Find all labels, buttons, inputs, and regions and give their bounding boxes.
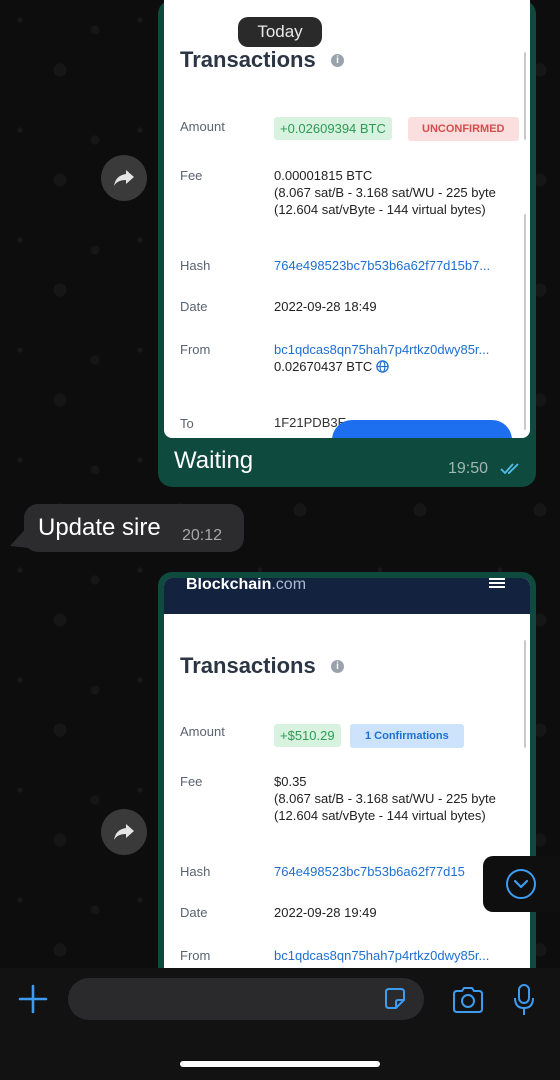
from-address-link[interactable]: bc1qdcas8qn75hah7p4rtkz0dwy85r... <box>274 341 489 358</box>
date-separator: Today <box>238 17 322 47</box>
forward-button[interactable] <box>101 809 147 855</box>
amount-value: +0.02609394 BTC <box>274 117 392 140</box>
double-check-icon <box>500 463 519 475</box>
brand-domain: .com <box>271 578 307 593</box>
hash-link[interactable]: 764e498523bc7b53b6a62f77d15b7... <box>274 257 490 274</box>
fee-vbytes: (12.604 sat/vByte - 144 virtual bytes) <box>274 202 486 217</box>
date-label: Date <box>180 905 208 920</box>
date-value: 2022-09-28 18:49 <box>274 299 377 314</box>
amount-label: Amount <box>180 119 225 134</box>
message-caption: Waiting <box>174 447 254 474</box>
from-amount-text: 0.02670437 BTC <box>274 359 373 374</box>
info-icon: i <box>331 660 344 673</box>
amount-value: +$510.29 <box>274 724 341 747</box>
site-header: Blockchain.com <box>164 578 530 614</box>
date-value: 2022-09-28 19:49 <box>274 905 377 920</box>
info-icon: i <box>331 54 344 67</box>
from-amount: 0.02670437 BTC <box>274 358 389 375</box>
message-time: 20:12 <box>182 527 223 544</box>
plus-icon[interactable] <box>18 984 48 1014</box>
sticker-icon[interactable] <box>382 986 408 1012</box>
fee-rate: (8.067 sat/B - 3.168 sat/WU - 225 byte <box>274 185 496 200</box>
fee-amount: $0.35 <box>274 774 307 789</box>
bubble-tail <box>10 524 30 548</box>
fee-value: $0.35 (8.067 sat/B - 3.168 sat/WU - 225 … <box>274 773 496 824</box>
microphone-icon[interactable] <box>511 983 537 1017</box>
confirmations-badge: 1 Confirmations <box>350 724 464 748</box>
amount-label: Amount <box>180 724 225 739</box>
from-label: From <box>180 948 211 963</box>
camera-icon[interactable] <box>451 986 485 1014</box>
forward-arrow-icon <box>114 170 134 186</box>
to-label: To <box>180 416 194 431</box>
transactions-title: Transactions <box>180 653 316 678</box>
date-label: Date <box>180 299 208 314</box>
hash-link[interactable]: 764e498523bc7b53b6a62f77d15 <box>274 863 465 880</box>
fee-amount: 0.00001815 BTC <box>274 168 373 183</box>
home-indicator <box>180 1061 380 1067</box>
transactions-title: Transactions <box>180 47 316 72</box>
message-input[interactable] <box>68 978 424 1020</box>
site-logo: Blockchain.com <box>186 578 306 594</box>
scroll-to-bottom-button[interactable] <box>483 856 560 912</box>
message-text: Update sire <box>38 514 161 541</box>
fee-vbytes: (12.604 sat/vByte - 144 virtual bytes) <box>274 808 486 823</box>
scrollbar <box>524 52 526 140</box>
fee-value: 0.00001815 BTC (8.067 sat/B - 3.168 sat/… <box>274 167 496 218</box>
forward-button[interactable] <box>101 155 147 201</box>
hamburger-menu-icon[interactable] <box>489 578 505 590</box>
from-address-link[interactable]: bc1qdcas8qn75hah7p4rtkz0dwy85r... <box>274 947 489 964</box>
scrollbar-thumb <box>524 214 526 430</box>
fee-label: Fee <box>180 168 203 183</box>
forward-arrow-icon <box>114 824 134 840</box>
transaction-screenshot-1[interactable]: Transactions i Amount +0.02609394 BTC UN… <box>164 0 530 438</box>
globe-icon <box>376 360 389 373</box>
fee-rate: (8.067 sat/B - 3.168 sat/WU - 225 byte <box>274 791 496 806</box>
hash-label: Hash <box>180 258 211 273</box>
overlay-button <box>332 420 512 438</box>
transaction-screenshot-2[interactable]: Blockchain.com Transactions i Amount +$5… <box>164 578 530 980</box>
from-label: From <box>180 342 211 357</box>
hash-label: Hash <box>180 864 211 879</box>
status-badge: UNCONFIRMED <box>408 117 519 141</box>
message-time: 19:50 <box>448 460 489 477</box>
brand-name: Blockchain <box>186 578 272 593</box>
fee-label: Fee <box>180 774 203 789</box>
scrollbar <box>524 640 526 748</box>
chevron-down-icon <box>506 869 536 899</box>
